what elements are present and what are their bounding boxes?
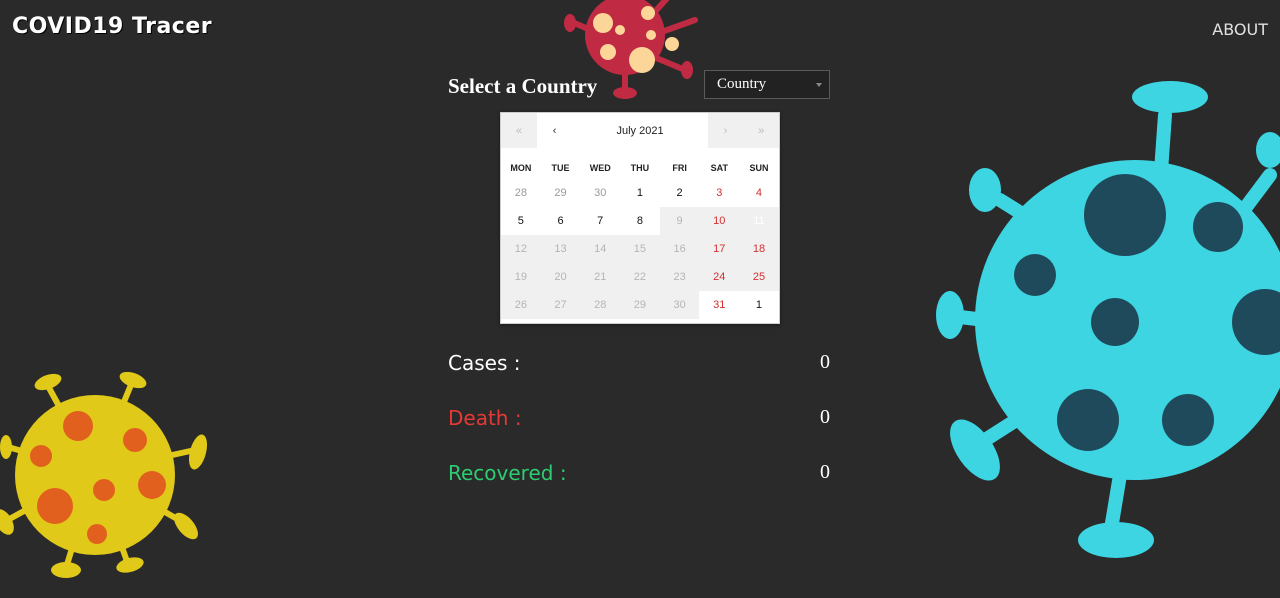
cases-value: 0 [820,351,830,373]
calendar-day: 17 [699,235,740,263]
calendar-day[interactable]: 6 [540,207,581,235]
calendar-day: 22 [620,263,660,291]
calendar-day: 30 [659,291,700,319]
weekday-label: MON [510,163,532,173]
dropdown-caret-icon [816,83,822,87]
calendar-day[interactable]: 1 [739,291,779,319]
calendar-day: 16 [659,235,700,263]
calendar-day: 9 [659,207,700,235]
calendar-day: 24 [699,263,740,291]
virus-illustration-blue [936,81,1280,558]
death-value: 0 [820,406,830,428]
calendar-day: 12 [501,235,541,263]
calendar-day: 15 [620,235,660,263]
calendar-day[interactable]: 8 [620,207,660,235]
calendar-day: 25 [739,263,779,291]
date-picker-calendar: « ‹ July 2021 › » MON TUE WED THU FRI SA… [500,112,780,324]
death-label: Death : [448,406,522,430]
weekday-label: SUN [749,163,769,173]
calendar-day[interactable]: 2 [659,179,700,207]
calendar-day: 21 [580,263,621,291]
calendar-day[interactable]: 4 [739,179,779,207]
calendar-day: 29 [620,291,660,319]
next-month-button[interactable]: › [707,113,744,148]
calendar-day: 19 [501,263,541,291]
prev-month-button[interactable]: ‹ [536,113,573,148]
calendar-day[interactable]: 5 [501,207,541,235]
weekday-header-row: MON TUE WED THU FRI SAT SUN [501,163,779,179]
calendar-day[interactable]: 1 [620,179,660,207]
weekday-label: THU [630,163,650,173]
calendar-day: 18 [739,235,779,263]
country-dropdown-value: Country [717,76,767,92]
recovered-label: Recovered : [448,461,567,485]
calendar-day-grid: 28 29 30 1 2 3 4 5 6 7 8 9 10 11 12 13 14 15 16 17 18 19 20 21 2… [501,179,779,319]
next-year-button[interactable]: » [743,113,780,148]
calendar-day[interactable]: 29 [540,179,581,207]
calendar-day: 20 [540,263,581,291]
calendar-day: 13 [540,235,581,263]
calendar-day[interactable]: 7 [580,207,621,235]
calendar-day: 11 [739,207,779,235]
weekday-label: SAT [710,163,728,173]
calendar-day: 27 [540,291,581,319]
weekday-label: WED [589,163,611,173]
calendar-day[interactable]: 31 [699,291,740,319]
country-dropdown[interactable]: Country [704,70,830,99]
calendar-day[interactable]: 30 [580,179,621,207]
prev-year-button[interactable]: « [501,113,537,148]
calendar-month-label[interactable]: July 2021 [572,113,708,148]
brand-logo[interactable]: COVID19 Tracer [12,14,212,39]
calendar-day[interactable]: 3 [699,179,740,207]
recovered-value: 0 [820,461,830,483]
calendar-day: 23 [659,263,700,291]
cases-label: Cases : [448,351,521,375]
weekday-label: FRI [672,163,687,173]
calendar-day: 26 [501,291,541,319]
weekday-label: TUE [551,163,570,173]
nav-about-link[interactable]: ABOUT [1212,20,1268,39]
calendar-day: 14 [580,235,621,263]
calendar-day: 28 [580,291,621,319]
calendar-day[interactable]: 28 [501,179,541,207]
select-country-title: Select a Country [448,74,598,98]
calendar-day: 10 [699,207,740,235]
calendar-navigation: « ‹ July 2021 › » [501,113,780,148]
virus-illustration-yellow [0,372,208,578]
